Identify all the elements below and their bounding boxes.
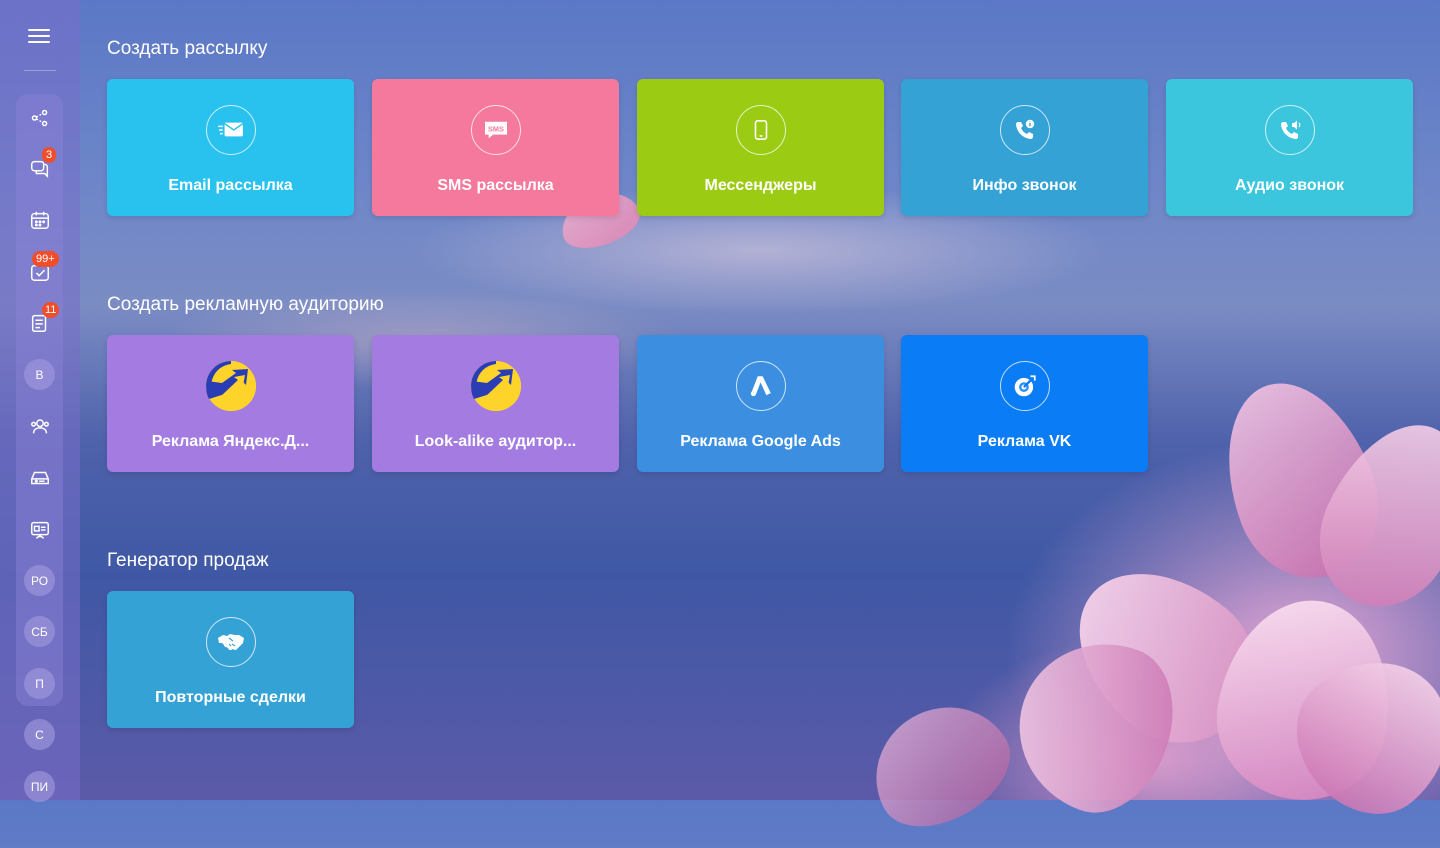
sidebar-item-inbox[interactable] [24, 462, 56, 494]
sidebar-item-flows[interactable] [24, 102, 56, 134]
yandex-direct-icon [205, 361, 256, 411]
sidebar-item-tasks[interactable]: 99+ [24, 251, 59, 288]
card-label: Look-alike аудитор... [414, 433, 577, 450]
info-call-icon [999, 105, 1050, 155]
calendar-icon [31, 211, 49, 229]
avatar[interactable]: С [24, 719, 55, 750]
look-alike-card[interactable]: Look-alike аудитор... [372, 335, 619, 472]
avatar[interactable]: РО [24, 565, 55, 596]
sidebar: 3 99+ 11 В РО СБ П С ПИ [0, 0, 80, 802]
sidebar-item-documents[interactable]: 11 [24, 302, 60, 339]
sidebar-panel [16, 94, 63, 706]
messengers-card[interactable]: Мессенджеры [637, 79, 884, 216]
section-title-sales: Генератор продаж [107, 550, 269, 571]
card-label: Мессенджеры [704, 177, 817, 194]
sms-icon: SMS [470, 105, 521, 155]
flow-icon [31, 109, 48, 127]
avatar[interactable]: ПИ [24, 771, 55, 802]
sidebar-item-webinars[interactable] [24, 514, 56, 546]
repeat-deals-card[interactable]: Повторные сделки [107, 591, 354, 728]
sidebar-divider [24, 70, 56, 71]
sms-campaign-card[interactable]: SMS SMS рассылка [372, 79, 619, 216]
phone-icon [735, 105, 786, 155]
section-title-audience: Создать рекламную аудиторию [107, 294, 384, 315]
audio-call-icon [1264, 105, 1315, 155]
email-icon [205, 105, 256, 155]
vk-ads-card[interactable]: Реклама VK [901, 335, 1148, 472]
users-icon [31, 419, 49, 434]
sidebar-item-chats[interactable]: 3 [24, 147, 56, 184]
card-label: Реклама VK [977, 433, 1072, 450]
card-label: SMS рассылка [437, 177, 554, 194]
card-label: Повторные сделки [155, 689, 306, 706]
avatar[interactable]: П [24, 668, 55, 699]
email-campaign-card[interactable]: Email рассылка [107, 79, 354, 216]
vk-ads-icon [999, 361, 1050, 411]
card-label: Реклама Яндекс.Д... [151, 433, 310, 450]
info-call-card[interactable]: Инфо звонок [901, 79, 1148, 216]
sidebar-item-calendar[interactable] [24, 204, 56, 236]
yandex-direct-card[interactable]: Реклама Яндекс.Д... [107, 335, 354, 472]
menu-icon[interactable] [28, 26, 50, 44]
background-flower [851, 682, 1029, 848]
card-label: Email рассылка [168, 177, 293, 194]
audio-call-card[interactable]: Аудио звонок [1166, 79, 1413, 216]
card-label: Инфо звонок [972, 177, 1077, 194]
avatar[interactable]: СБ [24, 616, 55, 647]
card-label: Аудио звонок [1234, 177, 1345, 194]
presentation-icon [31, 521, 49, 539]
card-label: Реклама Google Ads [680, 433, 841, 450]
inbox-icon [31, 471, 49, 485]
chats-count-badge: 3 [42, 147, 56, 163]
section-title-mailing: Создать рассылку [107, 38, 268, 59]
sidebar-item-contacts[interactable] [24, 410, 56, 442]
yandex-direct-icon [470, 361, 521, 411]
google-ads-icon [735, 361, 786, 411]
svg-text:SMS: SMS [488, 124, 504, 133]
handshake-icon [205, 617, 256, 667]
tasks-count-badge: 99+ [32, 251, 59, 267]
google-ads-card[interactable]: Реклама Google Ads [637, 335, 884, 472]
avatar[interactable]: В [24, 359, 55, 390]
